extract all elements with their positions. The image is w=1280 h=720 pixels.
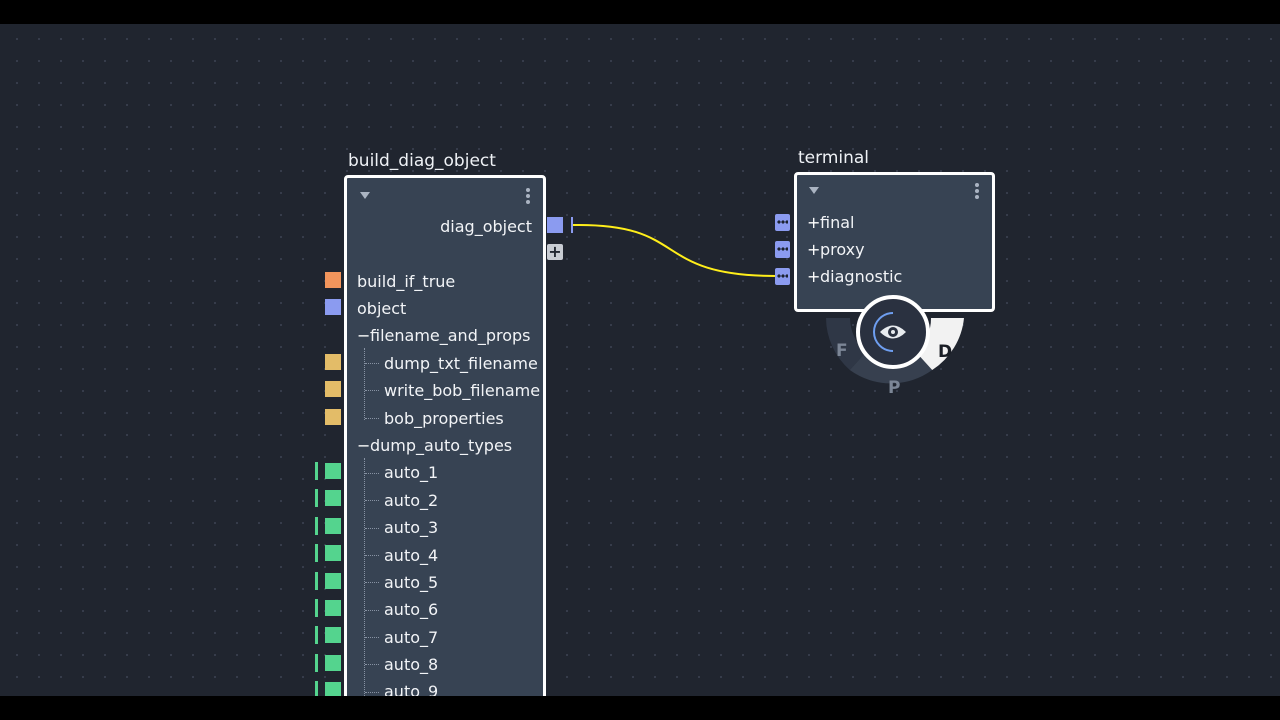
input-row-auto-8: auto_8: [384, 655, 439, 674]
group-label: dump_auto_types: [370, 436, 513, 455]
input-port-auto-9[interactable]: [325, 682, 341, 696]
triangle-down-icon[interactable]: [809, 187, 819, 194]
triangle-down-icon[interactable]: [360, 192, 370, 199]
input-port-auto-2[interactable]: [325, 490, 341, 506]
row-label: proxy: [820, 240, 865, 259]
input-port-diagnostic[interactable]: [775, 268, 790, 285]
input-port-auto-3[interactable]: [325, 518, 341, 534]
group-dump-auto-types[interactable]: −dump_auto_types: [357, 436, 512, 456]
node-title-build-diag-object[interactable]: build_diag_object: [348, 151, 496, 171]
input-port-marker: [315, 654, 318, 672]
input-port-marker: [315, 544, 318, 562]
input-port-marker: [315, 626, 318, 644]
input-row-auto-1: auto_1: [384, 463, 439, 482]
tree-guide: [364, 348, 365, 420]
dial-flag-p[interactable]: P: [888, 378, 900, 398]
input-port-dump-txt-filename[interactable]: [325, 354, 341, 370]
output-port-connector[interactable]: [571, 217, 573, 233]
tree-guide: [365, 555, 379, 556]
input-port-auto-8[interactable]: [325, 655, 341, 671]
row-label: diagnostic: [820, 267, 903, 286]
tree-guide: [365, 390, 379, 391]
tree-guide: [365, 582, 379, 583]
input-port-auto-5[interactable]: [325, 573, 341, 589]
node-terminal[interactable]: +final +proxy +diagnostic: [794, 172, 995, 312]
group-filename-and-props[interactable]: −filename_and_props: [357, 326, 531, 346]
dial-flag-d[interactable]: D: [938, 342, 952, 362]
input-row-auto-6: auto_6: [384, 600, 439, 619]
kebab-menu-icon[interactable]: [526, 188, 530, 206]
input-port-auto-7[interactable]: [325, 627, 341, 643]
input-row-diagnostic[interactable]: +diagnostic: [807, 267, 902, 287]
expand-symbol[interactable]: +: [807, 240, 820, 260]
tree-guide: [365, 528, 379, 529]
dial-flag-f[interactable]: F: [836, 341, 848, 361]
input-row-auto-4: auto_4: [384, 546, 439, 565]
input-port-build-if-true[interactable]: [325, 272, 341, 288]
input-row-auto-7: auto_7: [384, 628, 439, 647]
eye-icon: [873, 312, 906, 352]
input-port-proxy[interactable]: [775, 241, 790, 258]
collapse-group-symbol[interactable]: −: [357, 326, 370, 346]
row-label: final: [820, 213, 855, 232]
tree-guide: [365, 610, 379, 611]
input-port-marker: [315, 489, 318, 507]
input-row-object: object: [357, 299, 407, 318]
expand-symbol[interactable]: +: [807, 213, 820, 233]
collapse-group-symbol[interactable]: −: [357, 436, 370, 456]
input-row-bob-properties: bob_properties: [384, 409, 504, 428]
tree-guide: [365, 473, 379, 474]
input-port-auto-4[interactable]: [325, 545, 341, 561]
input-port-auto-1[interactable]: [325, 463, 341, 479]
input-row-auto-9: auto_9: [384, 682, 439, 696]
graph-canvas[interactable]: build_diag_object diag_object build_if_t…: [0, 24, 1280, 696]
letterbox-bottom: [0, 696, 1280, 720]
view-toggle-button[interactable]: [856, 295, 930, 369]
tree-guide: [364, 458, 365, 696]
group-label: filename_and_props: [370, 326, 531, 345]
input-row-auto-5: auto_5: [384, 573, 439, 592]
tree-guide: [365, 500, 379, 501]
tree-guide: [365, 418, 379, 419]
input-port-marker: [315, 681, 318, 696]
node-build-diag-object[interactable]: diag_object build_if_true object −filena…: [344, 175, 546, 696]
letterbox-top: [0, 0, 1280, 24]
input-port-marker: [315, 599, 318, 617]
input-port-write-bob-filename[interactable]: [325, 381, 341, 397]
input-port-final[interactable]: [775, 214, 790, 231]
plus-icon[interactable]: +: [547, 244, 563, 260]
tree-guide: [365, 637, 379, 638]
output-label-diag-object: diag_object: [440, 217, 532, 236]
input-row-final[interactable]: +final: [807, 213, 854, 233]
tree-guide: [365, 692, 379, 693]
input-row-auto-3: auto_3: [384, 518, 439, 537]
input-row-proxy[interactable]: +proxy: [807, 240, 865, 260]
input-row-build-if-true: build_if_true: [357, 272, 456, 291]
expand-symbol[interactable]: +: [807, 267, 820, 287]
tree-guide: [365, 363, 379, 364]
input-port-bob-properties[interactable]: [325, 409, 341, 425]
input-port-object[interactable]: [325, 299, 341, 315]
connection-wire[interactable]: [0, 24, 1280, 696]
input-row-auto-2: auto_2: [384, 491, 439, 510]
kebab-menu-icon[interactable]: [975, 183, 979, 201]
input-port-marker: [315, 462, 318, 480]
input-port-auto-6[interactable]: [325, 600, 341, 616]
input-port-marker: [315, 572, 318, 590]
input-port-marker: [315, 517, 318, 535]
node-title-terminal[interactable]: terminal: [798, 148, 869, 168]
tree-guide: [365, 664, 379, 665]
input-row-dump-txt-filename: dump_txt_filename: [384, 354, 538, 373]
input-row-write-bob-filename: write_bob_filename: [384, 381, 541, 400]
output-port-diag-object[interactable]: [547, 217, 563, 233]
